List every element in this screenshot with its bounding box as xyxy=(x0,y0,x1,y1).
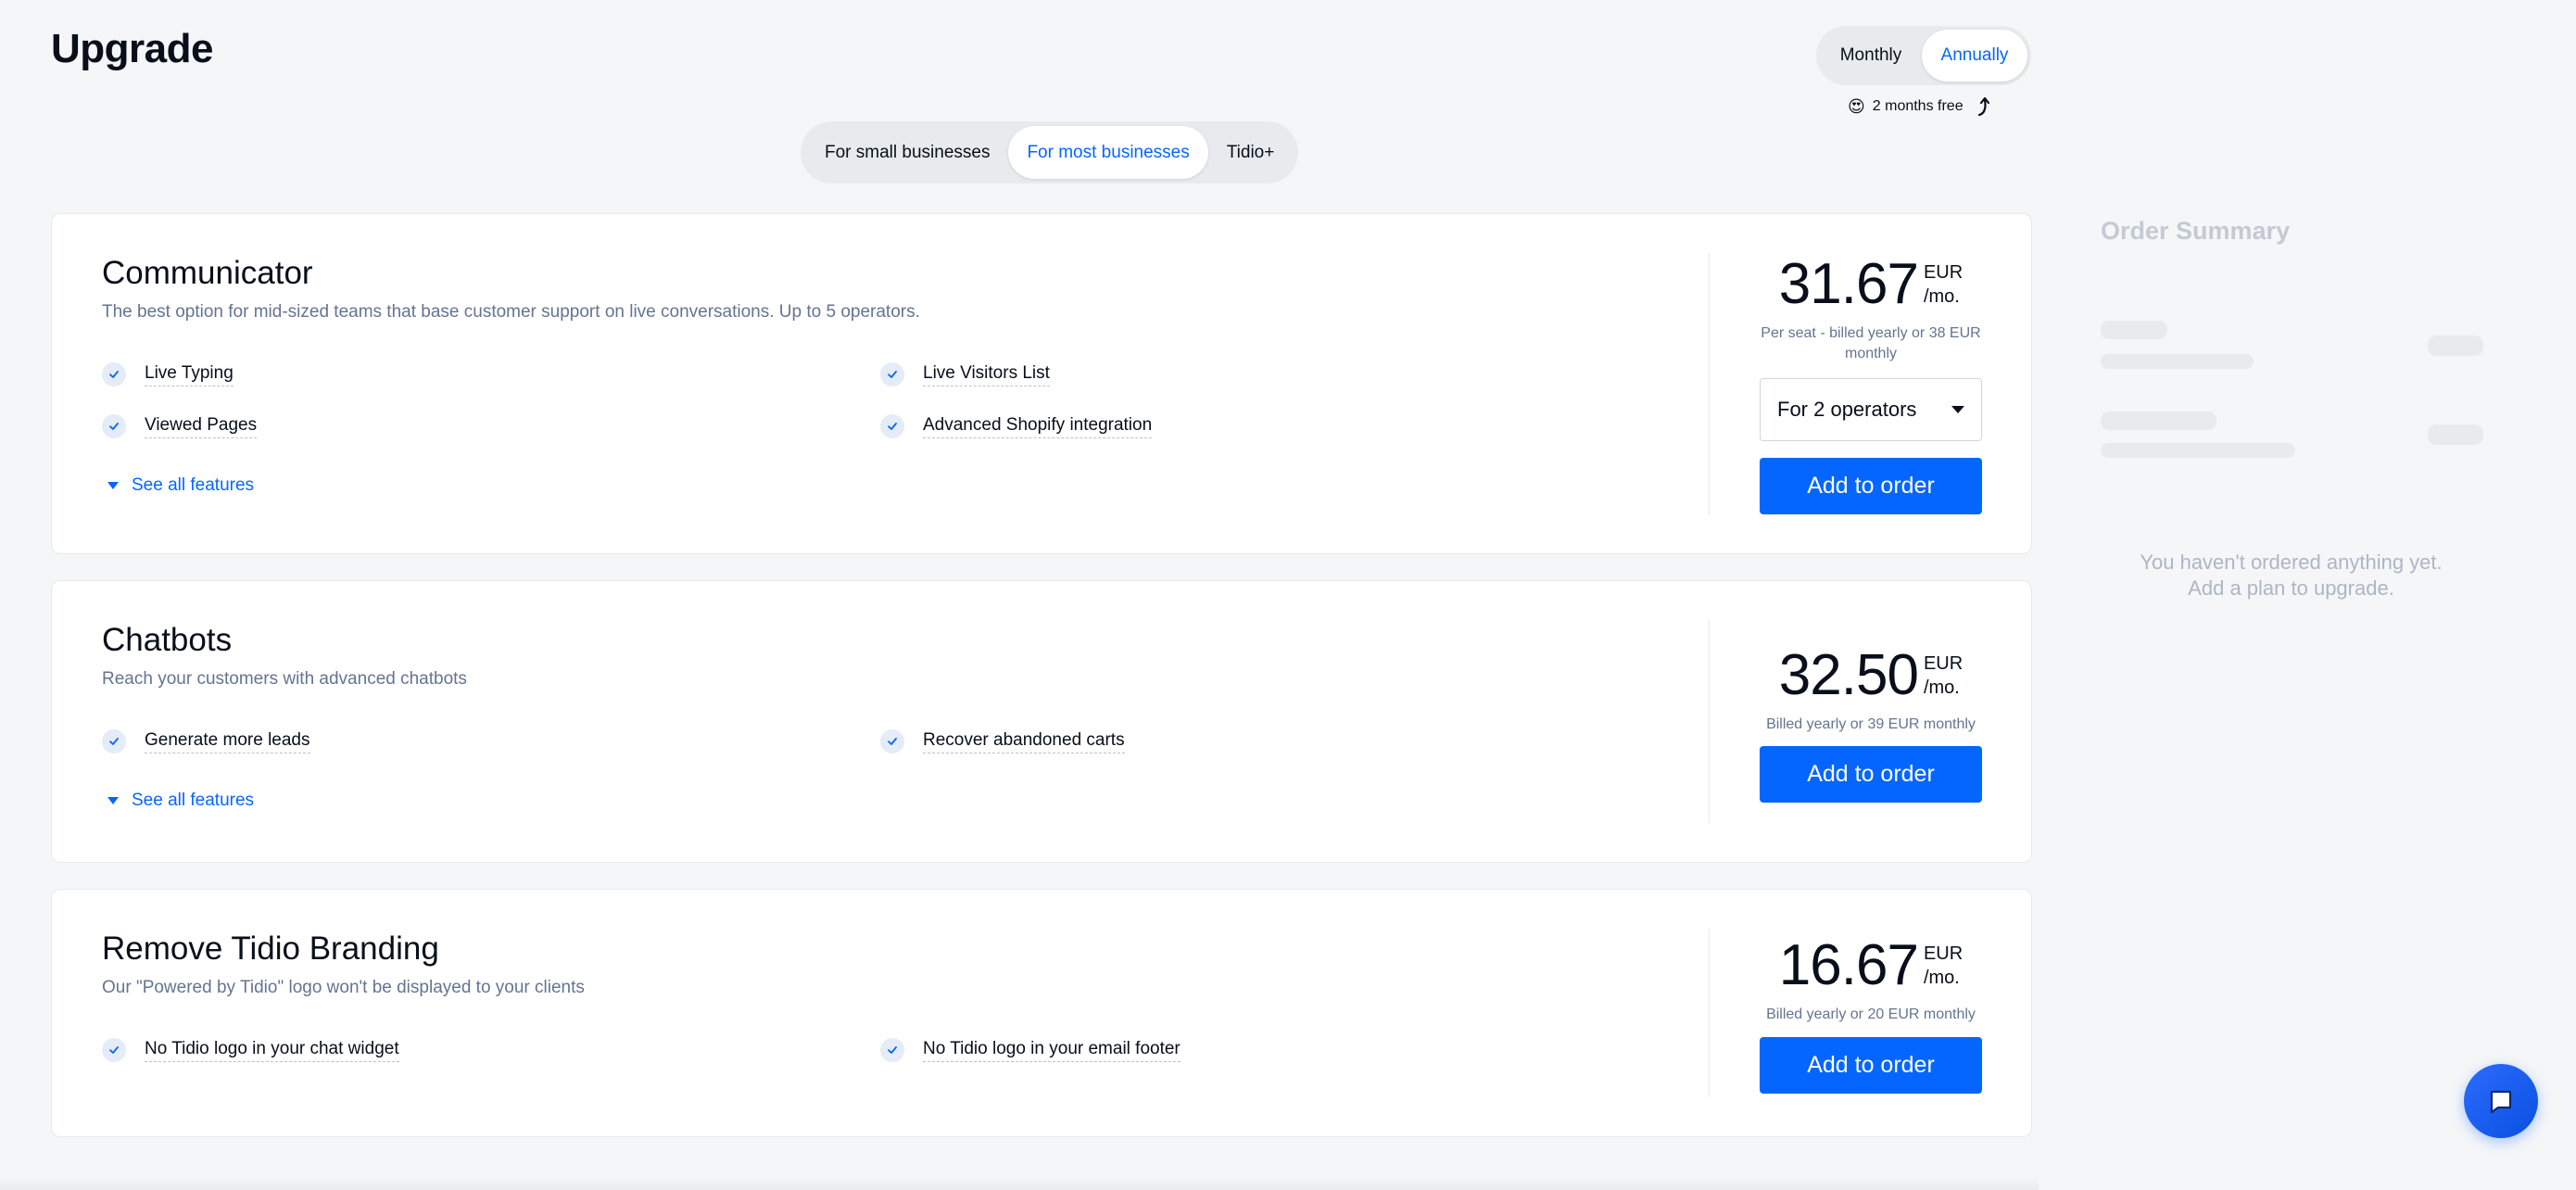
tab-most-businesses[interactable]: For most businesses xyxy=(1008,126,1208,179)
check-icon xyxy=(880,414,904,438)
price-block: 32.50 EUR/mo. Billed yearly or 39 EUR mo… xyxy=(1709,646,2033,735)
plan-name: Chatbots xyxy=(102,622,233,658)
see-all-features-label: See all features xyxy=(132,475,255,495)
summary-skeleton xyxy=(2101,354,2254,369)
caret-down-icon xyxy=(1951,406,1964,413)
feature-label[interactable]: Live Visitors List xyxy=(923,363,1050,386)
summary-skeleton xyxy=(2101,443,2295,458)
order-summary-title: Order Summary xyxy=(2101,217,2291,245)
feature-item: Viewed Pages xyxy=(102,414,258,438)
empty-line: Add a plan to upgrade. xyxy=(2188,576,2394,600)
page-title: Upgrade xyxy=(51,26,213,71)
page-bottom-shadow xyxy=(0,1177,2039,1190)
check-icon xyxy=(880,729,904,753)
price-note-line: Billed yearly or 39 EUR monthly xyxy=(1766,716,1976,732)
summary-skeleton xyxy=(2428,424,2483,445)
add-to-order-button[interactable]: Add to order xyxy=(1760,746,1982,803)
feature-item: No Tidio logo in your email footer xyxy=(880,1038,1181,1062)
check-icon xyxy=(102,414,126,438)
price-period: /mo. xyxy=(1923,677,1960,698)
caret-down-icon xyxy=(107,482,119,489)
plan-description: Reach your customers with advanced chatb… xyxy=(102,669,467,689)
price-block: 31.67 EUR/mo. Per seat - billed yearly o… xyxy=(1709,255,2033,364)
operators-select-value: For 2 operators xyxy=(1777,398,1917,421)
price-note-line: monthly xyxy=(1844,346,1898,361)
add-to-order-button[interactable]: Add to order xyxy=(1760,1037,1982,1094)
promo-text: 2 months free xyxy=(1872,98,1964,114)
plan-card-remove-branding: Remove Tidio Branding Our "Powered by Ti… xyxy=(51,889,2032,1137)
heart-eyes-emoji-icon: 😍 xyxy=(1848,96,1865,116)
billing-period-toggle[interactable]: Monthly Annually xyxy=(1816,26,2031,85)
empty-line: You haven't ordered anything yet. xyxy=(2140,551,2443,574)
check-icon xyxy=(880,1038,904,1062)
price-period: /mo. xyxy=(1923,286,1960,307)
feature-label[interactable]: No Tidio logo in your chat widget xyxy=(145,1039,399,1062)
price-note-line: Per seat - billed yearly or 38 EUR xyxy=(1761,325,1981,341)
billing-monthly-option[interactable]: Monthly xyxy=(1820,30,1922,82)
check-icon xyxy=(880,362,904,386)
caret-down-icon xyxy=(107,797,119,804)
order-summary-empty-message: You haven't ordered anything yet. Add a … xyxy=(2039,550,2544,601)
check-icon xyxy=(102,362,126,386)
plan-card-chatbots: Chatbots Reach your customers with advan… xyxy=(51,580,2032,863)
see-all-features-link[interactable]: See all features xyxy=(107,791,254,811)
feature-item: Live Typing xyxy=(102,362,234,386)
business-size-tabs: For small businesses For most businesses… xyxy=(801,121,1299,184)
see-all-features-link[interactable]: See all features xyxy=(107,475,254,496)
feature-label[interactable]: No Tidio logo in your email footer xyxy=(923,1039,1181,1062)
feature-label[interactable]: Viewed Pages xyxy=(145,415,258,438)
plan-description: The best option for mid-sized teams that… xyxy=(102,302,920,322)
chat-bubble-icon xyxy=(2490,1090,2512,1114)
add-to-order-button[interactable]: Add to order xyxy=(1760,458,1982,514)
chat-widget-button[interactable] xyxy=(2464,1064,2538,1138)
plan-card-communicator: Communicator The best option for mid-siz… xyxy=(51,213,2032,554)
tab-tidio-plus[interactable]: Tidio+ xyxy=(1208,126,1294,179)
feature-item: Recover abandoned carts xyxy=(880,729,1125,753)
price-currency: EUR xyxy=(1923,943,1964,964)
price-amount: 32.50 xyxy=(1778,643,1919,707)
price-period: /mo. xyxy=(1923,968,1960,988)
summary-skeleton xyxy=(2101,321,2167,339)
operators-select[interactable]: For 2 operators xyxy=(1760,378,1982,441)
feature-item: Generate more leads xyxy=(102,729,310,753)
curved-arrow-up-icon xyxy=(1977,96,1989,117)
feature-item: No Tidio logo in your chat widget xyxy=(102,1038,399,1062)
price-currency: EUR xyxy=(1923,262,1964,283)
price-note: Billed yearly or 39 EUR monthly xyxy=(1709,715,2033,735)
feature-item: Live Visitors List xyxy=(880,362,1050,386)
price-currency: EUR xyxy=(1923,653,1964,674)
see-all-features-label: See all features xyxy=(132,791,255,810)
price-amount: 16.67 xyxy=(1778,933,1919,997)
plan-name: Communicator xyxy=(102,255,313,291)
price-block: 16.67 EUR/mo. Billed yearly or 20 EUR mo… xyxy=(1709,936,2033,1025)
price-note-line: Billed yearly or 20 EUR monthly xyxy=(1766,1006,1976,1022)
price-note: Billed yearly or 20 EUR monthly xyxy=(1709,1005,2033,1025)
plan-description: Our "Powered by Tidio" logo won't be dis… xyxy=(102,978,585,997)
summary-skeleton xyxy=(2101,411,2216,430)
summary-skeleton xyxy=(2428,335,2483,356)
feature-label[interactable]: Advanced Shopify integration xyxy=(923,415,1153,438)
feature-label[interactable]: Generate more leads xyxy=(145,730,310,753)
price-amount: 31.67 xyxy=(1778,252,1919,316)
feature-label[interactable]: Live Typing xyxy=(145,363,234,386)
annual-promo: 😍 2 months free xyxy=(1848,95,1993,119)
check-icon xyxy=(102,729,126,753)
billing-annually-option[interactable]: Annually xyxy=(1922,30,2027,82)
tab-small-businesses[interactable]: For small businesses xyxy=(806,126,1008,179)
plan-name: Remove Tidio Branding xyxy=(102,930,439,967)
check-icon xyxy=(102,1038,126,1062)
feature-item: Advanced Shopify integration xyxy=(880,414,1153,438)
feature-label[interactable]: Recover abandoned carts xyxy=(923,730,1125,753)
price-note: Per seat - billed yearly or 38 EUR month… xyxy=(1709,323,2033,364)
